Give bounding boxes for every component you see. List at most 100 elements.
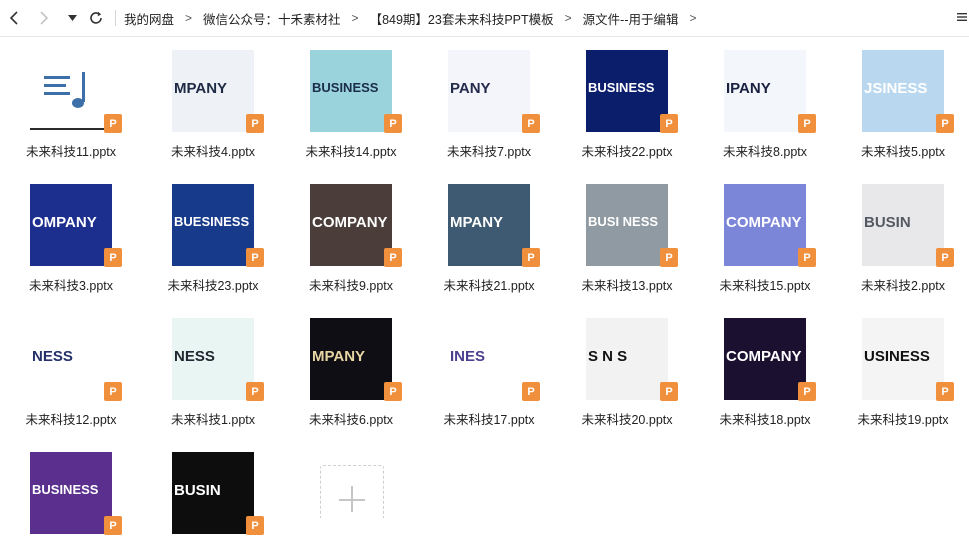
toolbar: 我的网盘 > 微信公众号：十禾素材社 > 【849期】23套未来科技PPT模板 … <box>0 0 969 37</box>
file-item[interactable]: S N S P 未来科技20.pptx <box>556 305 684 427</box>
file-name: 未来科技2.pptx <box>860 279 946 293</box>
file-name: 未来科技3.pptx <box>28 279 114 293</box>
file-name: 未来科技7.pptx <box>446 145 532 159</box>
file-thumbnail: BUSINESS <box>310 50 392 132</box>
file-thumbnail: INES <box>448 318 530 400</box>
file-thumbnail: BUESINESS <box>172 184 254 266</box>
file-item[interactable]: COMPANY P 未来科技9.pptx <box>280 171 408 293</box>
file-thumbnail: USINESS <box>862 318 944 400</box>
thumbnail-title: BUSIN <box>864 214 911 231</box>
file-item[interactable]: BUSIN P 未来科技2.pptx <box>832 171 960 293</box>
refresh-icon <box>90 11 102 24</box>
thumbnail-title: MPANY <box>312 348 366 365</box>
view-toggle-button[interactable] <box>957 9 967 25</box>
breadcrumb-item[interactable]: 微信公众号：十禾素材社 <box>201 9 343 28</box>
chevron-right-icon: > <box>689 11 697 25</box>
file-item[interactable]: COMPANY P 未来科技15.pptx <box>694 171 822 293</box>
pptx-file-icon: P <box>384 248 402 267</box>
toolbar-divider <box>115 10 116 26</box>
file-item[interactable]: OMPANY P 未来科技3.pptx <box>0 171 128 293</box>
thumbnail-title: JSINESS <box>864 80 928 97</box>
thumbnail-title: COMPANY <box>726 348 802 365</box>
breadcrumb: 我的网盘 > 微信公众号：十禾素材社 > 【849期】23套未来科技PPT模板 … <box>122 9 706 28</box>
file-thumbnail: NESS <box>30 318 112 400</box>
pptx-file-icon: P <box>936 382 954 401</box>
file-thumbnail: BUSIN <box>172 452 254 534</box>
back-button[interactable] <box>3 7 25 29</box>
file-thumbnail: PANY <box>448 50 530 132</box>
file-item[interactable]: BUSINESS P <box>0 439 128 559</box>
breadcrumb-item[interactable]: 源文件--用于编辑 <box>581 9 681 28</box>
thumbnail-title: USINESS <box>864 348 930 365</box>
file-item[interactable]: BUESINESS P 未来科技23.pptx <box>142 171 270 293</box>
file-item[interactable]: JSINESS P 未来科技5.pptx <box>832 37 960 159</box>
file-item[interactable]: USINESS P 未来科技19.pptx <box>832 305 960 427</box>
chevron-right-icon: > <box>564 11 572 25</box>
pptx-file-icon: P <box>246 114 264 133</box>
thumbnail-title: BUSINESS <box>312 80 379 95</box>
file-item[interactable]: PANY P 未来科技7.pptx <box>418 37 546 159</box>
forward-button[interactable] <box>33 7 55 29</box>
refresh-button[interactable] <box>85 7 107 29</box>
pptx-file-icon: P <box>798 114 816 133</box>
breadcrumb-item[interactable]: 【849期】23套未来科技PPT模板 <box>368 9 556 28</box>
file-name: 未来科技4.pptx <box>170 145 256 159</box>
pptx-file-icon: P <box>660 114 678 133</box>
file-item[interactable]: MPANY P 未来科技21.pptx <box>418 171 546 293</box>
file-thumbnail <box>30 50 112 132</box>
file-item[interactable]: INES P 未来科技17.pptx <box>418 305 546 427</box>
file-thumbnail: MPANY <box>310 318 392 400</box>
chevron-left-icon <box>9 11 18 25</box>
file-item[interactable]: MPANY P 未来科技4.pptx <box>142 37 270 159</box>
pptx-file-icon: P <box>936 114 954 133</box>
file-name: 未来科技14.pptx <box>305 145 397 159</box>
pptx-file-icon: P <box>936 248 954 267</box>
file-thumbnail: COMPANY <box>310 184 392 266</box>
thumbnail-title: PANY <box>450 80 491 97</box>
file-item[interactable]: BUSINESS P 未来科技22.pptx <box>556 37 684 159</box>
file-thumbnail: NESS <box>172 318 254 400</box>
file-name: 未来科技17.pptx <box>443 413 535 427</box>
thumbnail-title: BUSINESS <box>588 80 655 95</box>
plus-icon <box>351 486 353 512</box>
breadcrumb-item[interactable]: 我的网盘 <box>122 9 176 28</box>
new-item-button[interactable] <box>320 465 384 518</box>
file-item[interactable]: BUSI NESS P 未来科技13.pptx <box>556 171 684 293</box>
file-item[interactable]: BUSINESS P 未来科技14.pptx <box>280 37 408 159</box>
file-name: 未来科技23.pptx <box>167 279 259 293</box>
file-item[interactable]: P 未来科技11.pptx <box>0 37 128 159</box>
file-name: 未来科技15.pptx <box>719 279 811 293</box>
file-item[interactable]: IPANY P 未来科技8.pptx <box>694 37 822 159</box>
file-item[interactable]: NESS P 未来科技12.pptx <box>0 305 128 427</box>
file-name: 未来科技12.pptx <box>25 413 117 427</box>
file-item[interactable]: MPANY P 未来科技6.pptx <box>280 305 408 427</box>
history-dropdown-button[interactable] <box>61 7 83 29</box>
file-grid: P 未来科技11.pptx MPANY P 未来科技4.pptx BUSINESS P 未来科… <box>0 37 969 535</box>
caret-down-icon <box>67 15 77 21</box>
chevron-right-icon: > <box>351 11 359 25</box>
file-thumbnail: MPANY <box>448 184 530 266</box>
list-view-icon <box>957 13 967 21</box>
file-thumbnail: BUSINESS <box>30 452 112 534</box>
file-thumbnail: S N S <box>586 318 668 400</box>
file-thumbnail: BUSINESS <box>586 50 668 132</box>
pptx-file-icon: P <box>246 248 264 267</box>
file-item[interactable]: BUSIN P <box>142 439 270 559</box>
thumbnail-title: INES <box>450 348 486 365</box>
file-thumbnail: JSINESS <box>862 50 944 132</box>
file-thumbnail: MPANY <box>172 50 254 132</box>
file-thumbnail: COMPANY <box>724 318 806 400</box>
file-item[interactable]: COMPANY P 未来科技18.pptx <box>694 305 822 427</box>
thumbnail-title: COMPANY <box>726 214 802 231</box>
file-item[interactable]: NESS P 未来科技1.pptx <box>142 305 270 427</box>
pptx-file-icon: P <box>104 114 122 133</box>
pptx-file-icon: P <box>798 382 816 401</box>
thumbnail-title: IPANY <box>726 80 771 97</box>
file-thumbnail: COMPANY <box>724 184 806 266</box>
thumbnail-title: MPANY <box>450 214 504 231</box>
thumbnail-title: S N S <box>588 348 628 365</box>
thumbnail-title: BUSINESS <box>32 482 99 497</box>
file-name: 未来科技8.pptx <box>722 145 808 159</box>
file-name: 未来科技9.pptx <box>308 279 394 293</box>
pptx-file-icon: P <box>104 516 122 535</box>
